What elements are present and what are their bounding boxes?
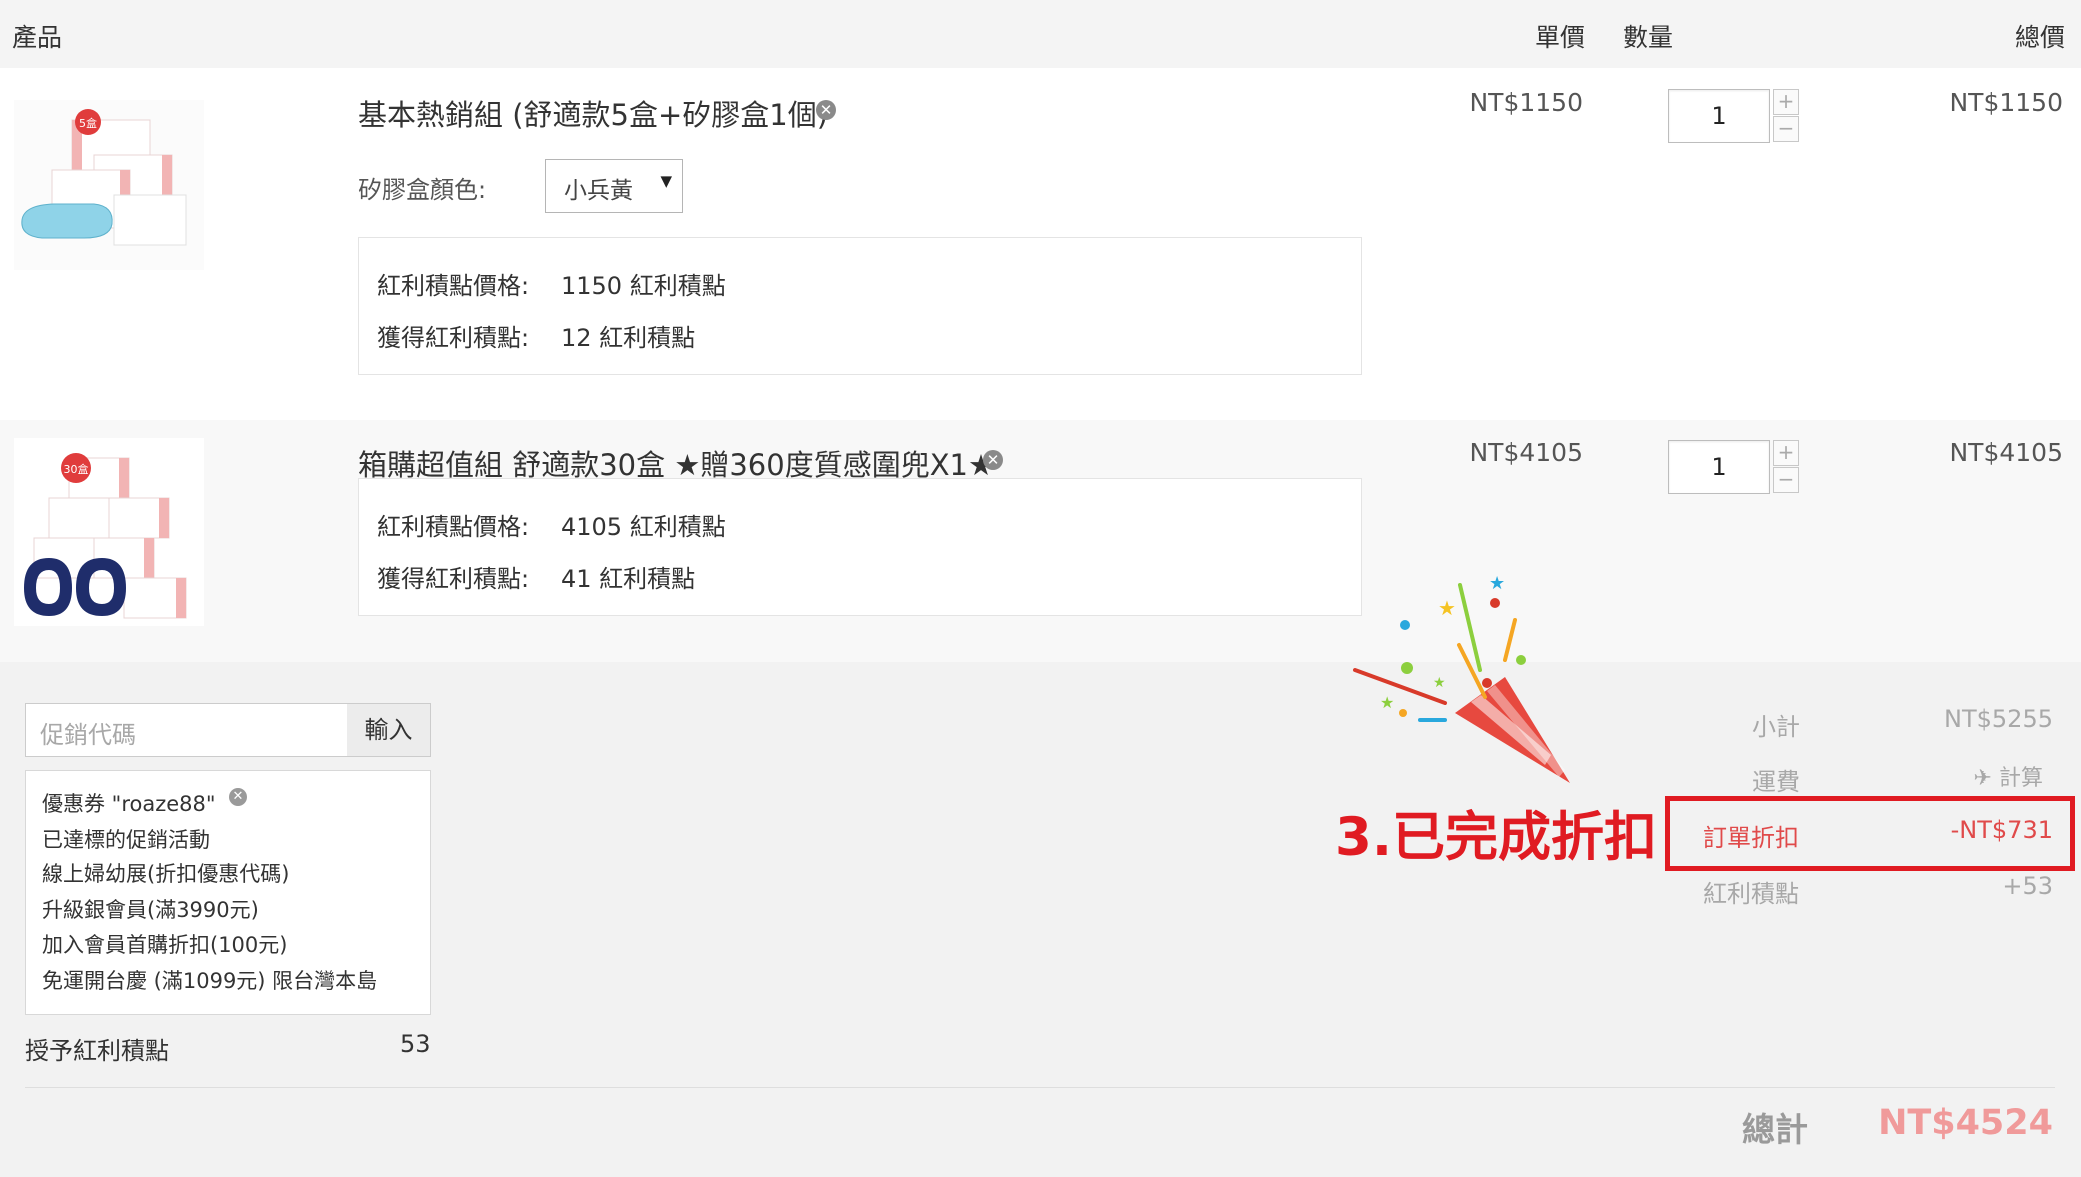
remove-item-icon[interactable]: ✕ [816, 100, 836, 120]
promotion-item: 加入會員首購折扣(100元) [42, 933, 288, 957]
svg-text:★: ★ [1433, 675, 1446, 691]
remove-coupon-icon[interactable]: ✕ [229, 788, 247, 806]
product-image-bulk-set[interactable]: 30盒 [14, 438, 204, 626]
svg-text:★: ★ [1380, 693, 1394, 712]
promo-code-input[interactable]: 促銷代碼 [25, 703, 349, 757]
product-image-basic-set[interactable]: 5盒 [14, 100, 204, 270]
unit-price-1: NT$1150 [1469, 88, 1583, 117]
points-earned-value: 12 紅利積點 [561, 324, 696, 352]
points-price-label: 紅利積點價格: [377, 272, 530, 300]
points-info-box-2: 紅利積點價格: 4105 紅利積點 獲得紅利積點: 41 紅利積點 [358, 478, 1362, 616]
footer-divider [25, 1087, 2055, 1088]
points-earned-label: 獲得紅利積點: [377, 324, 530, 352]
line-total-2: NT$4105 [1949, 438, 2063, 467]
total-column-header: 總價 [2015, 23, 2066, 52]
shipping-calculate-link[interactable]: ✈ 計算 [1974, 760, 2043, 792]
product-column-header: 產品 [12, 23, 63, 52]
airplane-icon: ✈ [1973, 766, 1992, 791]
dropdown-arrow-icon: ▼ [660, 172, 672, 190]
grand-total-value: NT$4524 [1878, 1103, 2053, 1143]
points-info-box-1: 紅利積點價格: 1150 紅利積點 獲得紅利積點: 12 紅利積點 [358, 237, 1362, 375]
badge-30-boxes: 30盒 [64, 462, 89, 476]
promotion-item: 免運開台慶 (滿1099元) 限台灣本島 [42, 969, 378, 993]
order-discount-value: -NT$731 [1950, 816, 2053, 844]
reward-points-label: 紅利積點 [1703, 880, 1799, 908]
promo-code-placeholder: 促銷代碼 [40, 721, 136, 749]
quantity-input-2[interactable]: 1 [1668, 440, 1770, 494]
quantity-value-1: 1 [1711, 102, 1727, 130]
quantity-value-2: 1 [1711, 453, 1727, 481]
annotation-discount-done: 3.已完成折扣 [1335, 807, 1658, 868]
reward-points-value: +53 [2002, 872, 2053, 900]
svg-text:★: ★ [1438, 596, 1456, 620]
quantity-decrement-button[interactable]: − [1773, 467, 1799, 493]
cart-table-header: 產品 單價 數量 總價 [0, 0, 2081, 68]
remove-item-icon[interactable]: ✕ [983, 450, 1003, 470]
bonus-points-value: 53 [400, 1030, 431, 1058]
unit-price-column-header: 單價 [1535, 23, 1586, 52]
points-price-label: 紅利積點價格: [377, 513, 530, 541]
silicone-color-select[interactable]: 小兵黃 ▼ [545, 159, 683, 213]
points-earned-label: 獲得紅利積點: [377, 565, 530, 593]
subtotal-value: NT$5255 [1944, 705, 2053, 733]
subtotal-label: 小計 [1752, 713, 1800, 741]
coupon-label: 優惠券 "roaze88" [42, 792, 216, 816]
points-price-value: 1150 紅利積點 [561, 272, 726, 300]
reached-promotions-title: 已達標的促銷活動 [42, 828, 210, 852]
points-price-value: 4105 紅利積點 [561, 513, 726, 541]
applied-promotions-box: 優惠券 "roaze88" ✕ 已達標的促銷活動 線上婦幼展(折扣優惠代碼) 升… [25, 770, 431, 1015]
quantity-column-header: 數量 [1623, 23, 1674, 52]
grand-total-label: 總計 [1742, 1110, 1808, 1149]
bonus-points-label: 授予紅利積點 [25, 1037, 169, 1065]
party-popper-icon: ★ ★ ★ ★ [1353, 573, 1570, 783]
product-title-basic-set[interactable]: 基本熱銷組 (舒適款5盒+矽膠盒1個) [358, 92, 828, 134]
order-discount-label: 訂單折扣 [1703, 824, 1799, 852]
svg-text:★: ★ [1489, 573, 1505, 594]
points-earned-value: 41 紅利積點 [561, 565, 696, 593]
quantity-decrement-button[interactable]: − [1773, 116, 1799, 142]
unit-price-2: NT$4105 [1469, 438, 1583, 467]
shipping-calculate-text: 計算 [1998, 766, 2043, 791]
shipping-label: 運費 [1752, 768, 1800, 796]
promotion-item: 線上婦幼展(折扣優惠代碼) [42, 862, 290, 886]
quantity-increment-button[interactable]: + [1773, 89, 1799, 115]
line-total-1: NT$1150 [1949, 88, 2063, 117]
option-label-silicone-color: 矽膠盒顏色: [358, 176, 487, 204]
silicone-color-selected: 小兵黃 [564, 178, 633, 204]
apply-promo-button[interactable]: 輸入 [347, 703, 431, 757]
quantity-increment-button[interactable]: + [1773, 440, 1799, 466]
promotion-item: 升級銀會員(滿3990元) [42, 898, 259, 922]
badge-5-boxes: 5盒 [79, 116, 97, 130]
quantity-input-1[interactable]: 1 [1668, 89, 1770, 143]
